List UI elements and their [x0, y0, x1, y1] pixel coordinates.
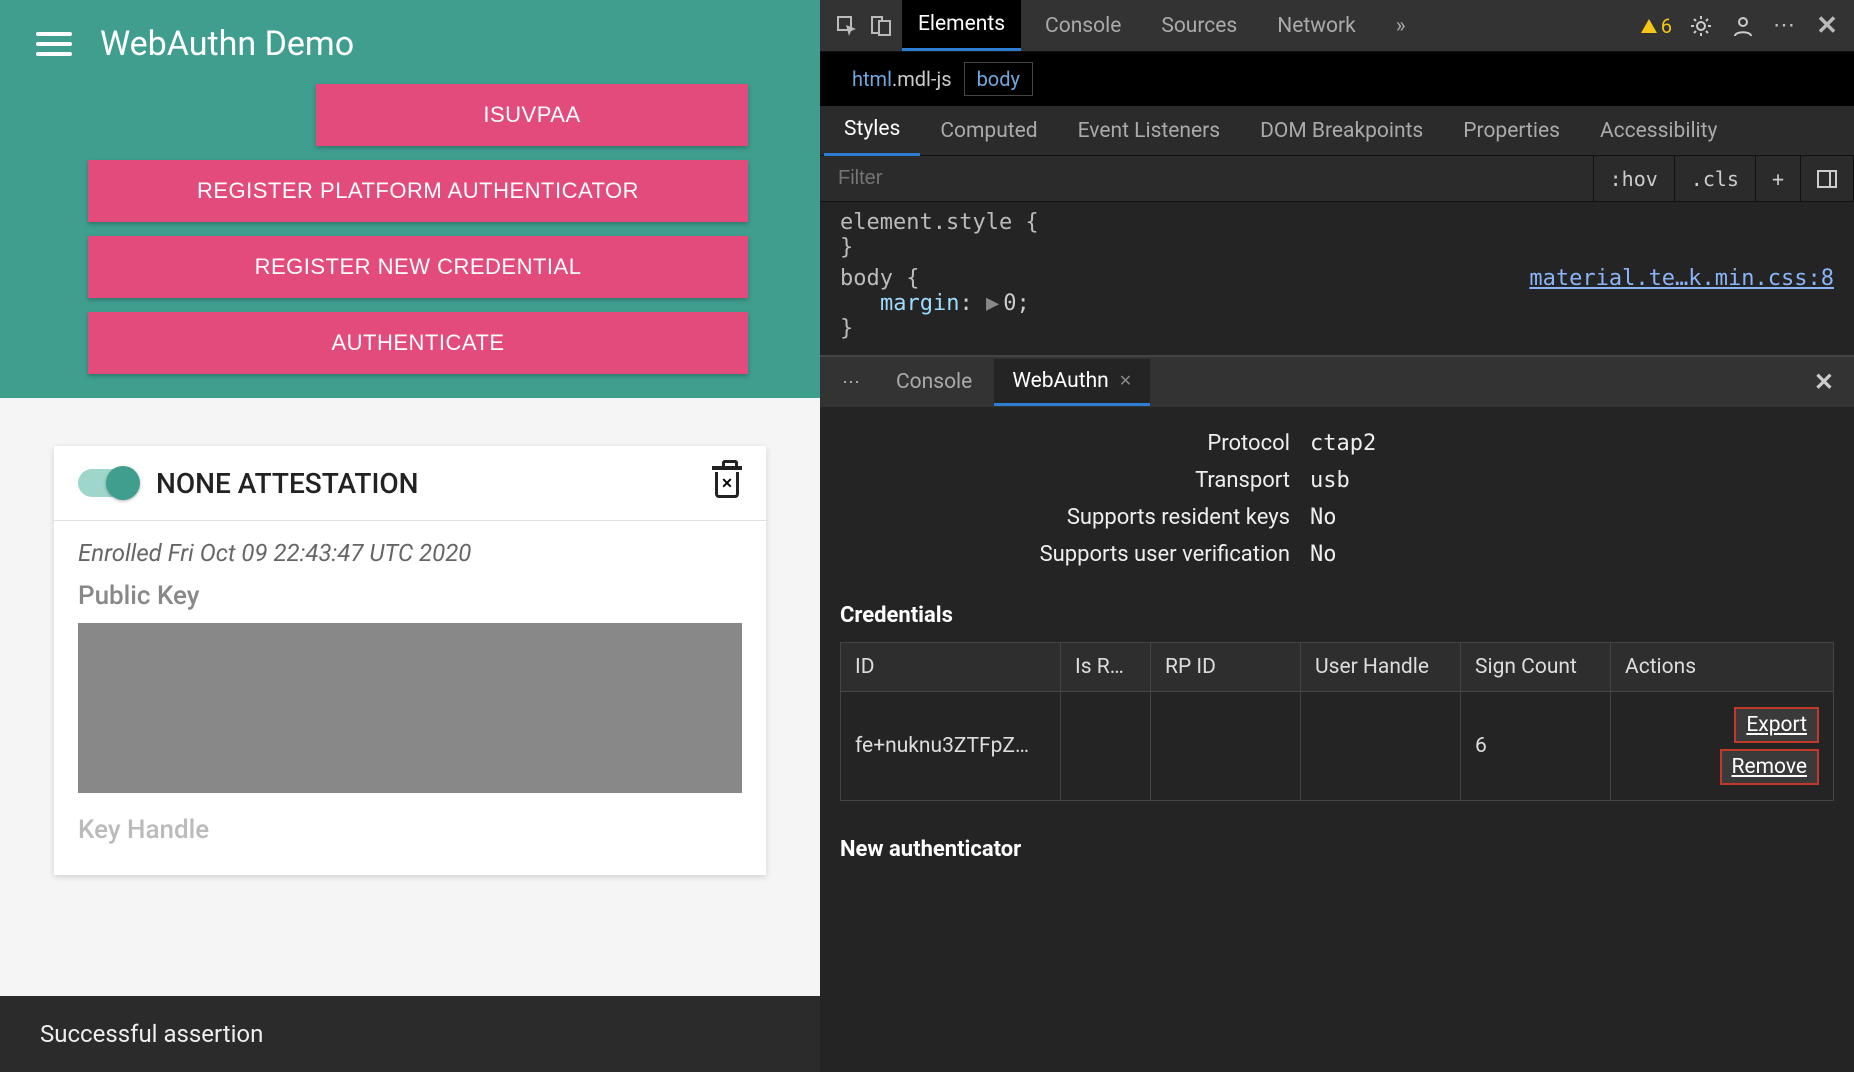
authenticate-button[interactable]: AUTHENTICATE — [88, 312, 748, 374]
credentials-section: Credentials ID Is R… RP ID User Handle S… — [820, 603, 1854, 801]
devtools-toolbar-right: 6 ⋯ ✕ — [1641, 13, 1840, 39]
account-icon[interactable] — [1730, 13, 1756, 39]
cell-sign-count: 6 — [1461, 692, 1611, 801]
public-key-label: Public Key — [78, 581, 742, 611]
breadcrumb-html[interactable]: html.mdl-js — [840, 63, 964, 95]
element-style-rule[interactable]: element.style { } — [840, 210, 1834, 260]
card-header: NONE ATTESTATION ✕ — [54, 446, 766, 521]
tab-properties[interactable]: Properties — [1443, 107, 1580, 155]
warnings-badge[interactable]: 6 — [1641, 14, 1672, 38]
tab-network[interactable]: Network — [1261, 2, 1372, 50]
tab-computed[interactable]: Computed — [920, 107, 1057, 155]
warning-icon — [1641, 19, 1657, 33]
export-button[interactable]: Export — [1734, 707, 1819, 743]
register-new-credential-button[interactable]: REGISTER NEW CREDENTIAL — [88, 236, 748, 298]
drawer-more-icon[interactable]: ⋯ — [830, 372, 874, 393]
styles-tabs: Styles Computed Event Listeners DOM Brea… — [820, 106, 1854, 156]
app-buttons: ISUVPAA REGISTER PLATFORM AUTHENTICATOR … — [36, 84, 784, 374]
devtools-main-tabs: Elements Console Sources Network » 6 ⋯ ✕ — [820, 0, 1854, 52]
styles-rules: element.style { } material.te…k.min.css:… — [820, 202, 1854, 355]
breadcrumb-body[interactable]: body — [964, 62, 1033, 96]
isuvpaa-button[interactable]: ISUVPAA — [316, 84, 748, 146]
body-rule[interactable]: material.te…k.min.css:8 body { margin: ▶… — [840, 266, 1834, 341]
tab-accessibility[interactable]: Accessibility — [1580, 107, 1738, 155]
tab-more[interactable]: » — [1380, 2, 1422, 50]
devtools-drawer: ⋯ Console WebAuthn ✕ ✕ Protocol ctap2 Tr… — [820, 355, 1854, 1072]
hamburger-icon[interactable] — [36, 26, 72, 62]
credentials-title: Credentials — [840, 603, 1834, 628]
devtools-panel: Elements Console Sources Network » 6 ⋯ ✕… — [820, 0, 1854, 1072]
table-row[interactable]: fe+nuknu3ZTFpZ… 6 Export Remove — [841, 692, 1834, 801]
attestation-toggle[interactable] — [78, 469, 136, 497]
card-body: Enrolled Fri Oct 09 22:43:47 UTC 2020 Pu… — [54, 521, 766, 875]
cell-user-handle — [1301, 692, 1461, 801]
cls-button[interactable]: .cls — [1675, 156, 1756, 201]
new-authenticator-heading: New authenticator — [820, 801, 1854, 862]
styles-filter-row: :hov .cls + — [820, 156, 1854, 202]
app-header: WebAuthn Demo ISUVPAA REGISTER PLATFORM … — [0, 0, 820, 398]
public-key-value — [78, 623, 742, 793]
attestation-card: NONE ATTESTATION ✕ Enrolled Fri Oct 09 2… — [54, 446, 766, 875]
key-handle-label: Key Handle — [78, 815, 742, 845]
col-rp-id[interactable]: RP ID — [1151, 643, 1301, 692]
enrolled-timestamp: Enrolled Fri Oct 09 22:43:47 UTC 2020 — [78, 539, 742, 567]
tab-sources[interactable]: Sources — [1145, 2, 1253, 50]
col-user-handle[interactable]: User Handle — [1301, 643, 1461, 692]
breadcrumb: html.mdl-js body — [820, 52, 1854, 106]
snackbar: Successful assertion — [0, 996, 820, 1072]
styles-filter-input[interactable] — [820, 156, 1594, 201]
auth-transport-row: Transport usb — [820, 462, 1854, 499]
auth-resident-row: Supports resident keys No — [820, 499, 1854, 536]
cell-rp-id — [1151, 692, 1301, 801]
remove-button[interactable]: Remove — [1720, 749, 1820, 785]
inspect-element-icon[interactable] — [834, 13, 860, 39]
tab-elements[interactable]: Elements — [902, 0, 1021, 51]
app-title: WebAuthn Demo — [100, 24, 354, 64]
register-platform-authenticator-button[interactable]: REGISTER PLATFORM AUTHENTICATOR — [88, 160, 748, 222]
app-title-row: WebAuthn Demo — [36, 24, 784, 64]
webauthn-demo-app: WebAuthn Demo ISUVPAA REGISTER PLATFORM … — [0, 0, 820, 1072]
tab-dom-breakpoints[interactable]: DOM Breakpoints — [1240, 107, 1443, 155]
gear-icon[interactable] — [1688, 13, 1714, 39]
margin-property[interactable]: margin: ▶0; — [840, 291, 1834, 316]
tab-event-listeners[interactable]: Event Listeners — [1058, 107, 1240, 155]
device-toolbar-icon[interactable] — [868, 13, 894, 39]
warning-count: 6 — [1661, 14, 1672, 38]
hov-button[interactable]: :hov — [1594, 156, 1675, 201]
col-is-resident[interactable]: Is R… — [1061, 643, 1151, 692]
authenticator-properties: Protocol ctap2 Transport usb Supports re… — [820, 407, 1854, 603]
col-actions[interactable]: Actions — [1611, 643, 1834, 692]
app-body: NONE ATTESTATION ✕ Enrolled Fri Oct 09 2… — [0, 398, 820, 1072]
cell-is-resident — [1061, 692, 1151, 801]
drawer-tab-webauthn[interactable]: WebAuthn ✕ — [994, 359, 1150, 406]
cell-actions: Export Remove — [1611, 692, 1834, 801]
col-sign-count[interactable]: Sign Count — [1461, 643, 1611, 692]
new-rule-button[interactable]: + — [1756, 156, 1801, 201]
trash-icon[interactable]: ✕ — [712, 466, 742, 500]
drawer-tabs: ⋯ Console WebAuthn ✕ ✕ — [820, 357, 1854, 407]
more-icon[interactable]: ⋯ — [1772, 13, 1798, 39]
drawer-tab-console[interactable]: Console — [878, 360, 990, 404]
auth-protocol-row: Protocol ctap2 — [820, 425, 1854, 462]
auth-userver-row: Supports user verification No — [820, 536, 1854, 573]
close-icon[interactable]: ✕ — [1814, 13, 1840, 39]
drawer-close-icon[interactable]: ✕ — [1804, 368, 1844, 396]
cell-id: fe+nuknu3ZTFpZ… — [841, 692, 1061, 801]
close-icon[interactable]: ✕ — [1119, 371, 1132, 390]
col-id[interactable]: ID — [841, 643, 1061, 692]
toggle-sidebar-icon[interactable] — [1801, 156, 1854, 201]
rule-source-link[interactable]: material.te…k.min.css:8 — [1529, 266, 1834, 291]
table-header-row: ID Is R… RP ID User Handle Sign Count Ac… — [841, 643, 1834, 692]
tab-styles[interactable]: Styles — [824, 105, 920, 156]
tab-console[interactable]: Console — [1029, 2, 1137, 50]
card-title: NONE ATTESTATION — [156, 467, 692, 500]
credentials-table: ID Is R… RP ID User Handle Sign Count Ac… — [840, 642, 1834, 801]
